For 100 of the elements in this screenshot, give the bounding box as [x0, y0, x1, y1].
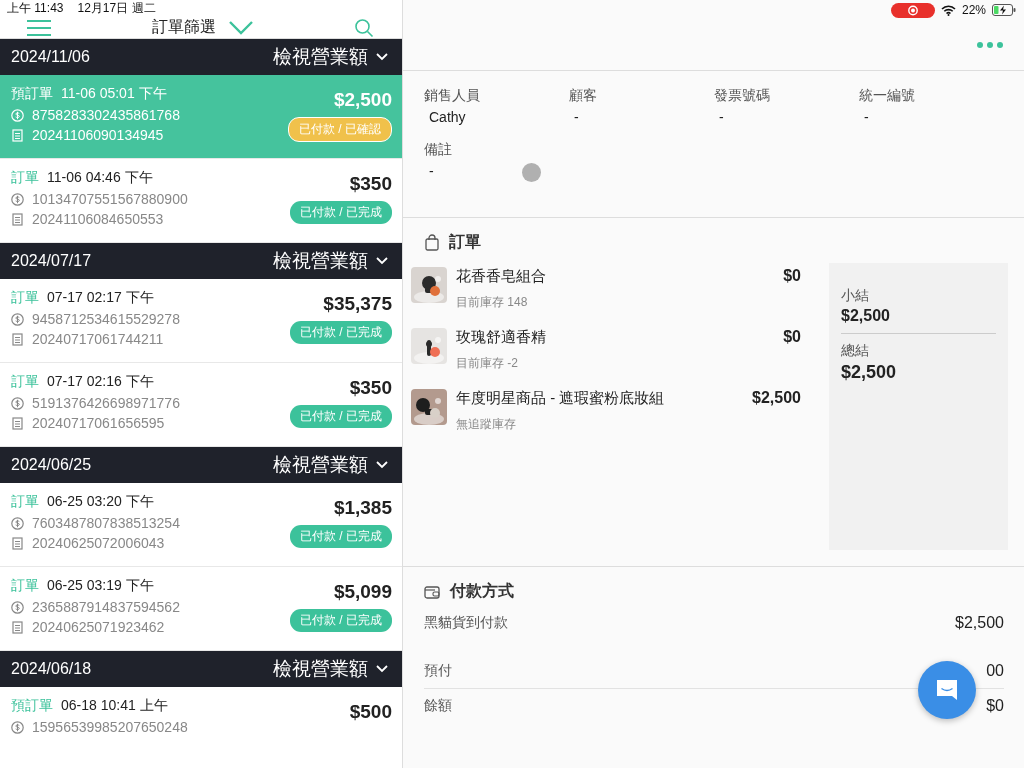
order-number: 20241106090134945 [32, 127, 164, 143]
payment-number: 10134707551567880900 [32, 191, 188, 207]
order-type: 訂單 [11, 577, 39, 595]
order-type: 預訂單 [11, 697, 53, 715]
dollar-icon [11, 192, 24, 206]
revenue-link[interactable]: 檢視營業額 [273, 44, 368, 70]
order-type: 訂單 [11, 493, 39, 511]
order-number: 20240717061744211 [32, 331, 164, 347]
product-price: $2,500 [752, 389, 801, 407]
payment-method: 黑貓貨到付款 [424, 614, 508, 632]
balance-value: 00 [986, 662, 1004, 680]
status-badge: 已付款 / 已完成 [290, 321, 392, 344]
revenue-link[interactable]: 檢視營業額 [273, 248, 368, 274]
battery-charging-icon [992, 4, 1016, 16]
order-type: 訂單 [11, 289, 39, 307]
status-badge: 已付款 / 已確認 [288, 117, 392, 142]
dollar-icon [11, 516, 24, 530]
balance-label: 預付 [424, 662, 452, 680]
payment-number: 8758283302435861768 [32, 107, 180, 123]
product-name: 年度明星商品 - 遮瑕蜜粉底妝組 [456, 389, 666, 408]
payment-amount: $2,500 [955, 614, 1004, 632]
balance-value: $0 [986, 697, 1004, 715]
status-time: 上午 11:43 [7, 0, 64, 17]
order-number: 20240625071923462 [32, 619, 165, 635]
group-date: 2024/06/18 [11, 660, 92, 678]
field-label: 統一編號 [859, 87, 916, 105]
status-badge: 已付款 / 已完成 [290, 525, 392, 548]
field-value: - [863, 109, 870, 125]
order-time: 07-17 02:16 下午 [47, 373, 154, 391]
order-time: 07-17 02:17 下午 [47, 289, 154, 307]
field-value: Cathy [428, 109, 467, 125]
dollar-icon [11, 396, 24, 410]
receipt-icon [11, 620, 24, 634]
dollar-icon [11, 720, 24, 734]
shopping-bag-icon [425, 234, 439, 251]
field-label: 顧客 [569, 87, 598, 105]
order-amount: $35,375 [323, 293, 392, 315]
order-amount: $350 [349, 377, 392, 399]
stock-text: 目前庫存 -2 [456, 355, 519, 372]
order-amount: $500 [349, 701, 392, 723]
order-amount: $1,385 [333, 497, 392, 519]
total-value: $2,500 [841, 362, 898, 383]
order-number: 20241106084650553 [32, 211, 164, 227]
order-time: 06-18 10:41 上午 [61, 697, 168, 715]
section-title: 訂單 [449, 232, 481, 252]
receipt-icon [11, 128, 24, 142]
product-price: $0 [783, 267, 801, 285]
total-label: 小結 [841, 287, 870, 305]
revenue-link[interactable]: 檢視營業額 [273, 452, 368, 478]
product-name: 花香香皂組合 [456, 267, 547, 286]
order-number: 20240717061656595 [32, 415, 165, 431]
filter-title[interactable]: 訂單篩選 [152, 17, 216, 38]
receipt-icon [11, 212, 24, 226]
status-badge: 已付款 / 已完成 [290, 405, 392, 428]
payment-number: 15956539985207650248 [32, 719, 188, 735]
product-name: 玫瑰舒適香精 [456, 328, 547, 347]
menu-icon[interactable] [26, 18, 52, 37]
order-time: 11-06 04:46 下午 [47, 169, 153, 187]
section-title: 付款方式 [450, 581, 514, 601]
search-icon[interactable] [354, 17, 374, 38]
receipt-icon [11, 416, 24, 430]
order-amount: $2,500 [333, 89, 392, 111]
order-amount: $350 [349, 173, 392, 195]
wifi-icon [940, 4, 956, 16]
order-amount: $5,099 [333, 581, 392, 603]
battery-percent: 22% [961, 3, 986, 17]
chat-button[interactable] [918, 661, 976, 719]
order-time: 11-06 05:01 下午 [61, 85, 167, 103]
dollar-icon [11, 108, 24, 122]
note-value: - [428, 163, 435, 179]
more-icon[interactable] [977, 42, 1003, 48]
payment-number: 2365887914837594562 [32, 599, 180, 615]
order-number: 20240625072006043 [32, 535, 165, 551]
total-value: $2,500 [841, 307, 891, 325]
field-label: 銷售人員 [424, 87, 481, 105]
dollar-icon [11, 600, 24, 614]
field-label: 發票號碼 [714, 87, 771, 105]
total-label: 總結 [841, 342, 870, 360]
field-value: - [718, 109, 725, 125]
receipt-icon [11, 536, 24, 550]
stock-text: 無追蹤庫存 [456, 416, 517, 433]
order-type: 訂單 [11, 169, 39, 187]
order-type: 訂單 [11, 373, 39, 391]
order-time: 06-25 03:20 下午 [47, 493, 154, 511]
payment-number: 5191376426698971776 [32, 395, 180, 411]
balance-label: 餘額 [424, 697, 452, 715]
receipt-icon [11, 332, 24, 346]
payment-number: 7603487807838513254 [32, 515, 180, 531]
touch-dot [522, 163, 541, 182]
status-date: 12月17日 週二 [77, 0, 156, 17]
note-label: 備註 [424, 141, 452, 159]
wallet-icon [424, 584, 440, 599]
group-date: 2024/11/06 [11, 48, 90, 66]
status-badge: 已付款 / 已完成 [290, 201, 392, 224]
stock-text: 目前庫存 148 [456, 294, 529, 311]
order-type: 預訂單 [11, 85, 53, 103]
group-date: 2024/06/25 [11, 456, 92, 474]
order-time: 06-25 03:19 下午 [47, 577, 154, 595]
revenue-link[interactable]: 檢視營業額 [273, 656, 368, 682]
product-price: $0 [783, 328, 801, 346]
